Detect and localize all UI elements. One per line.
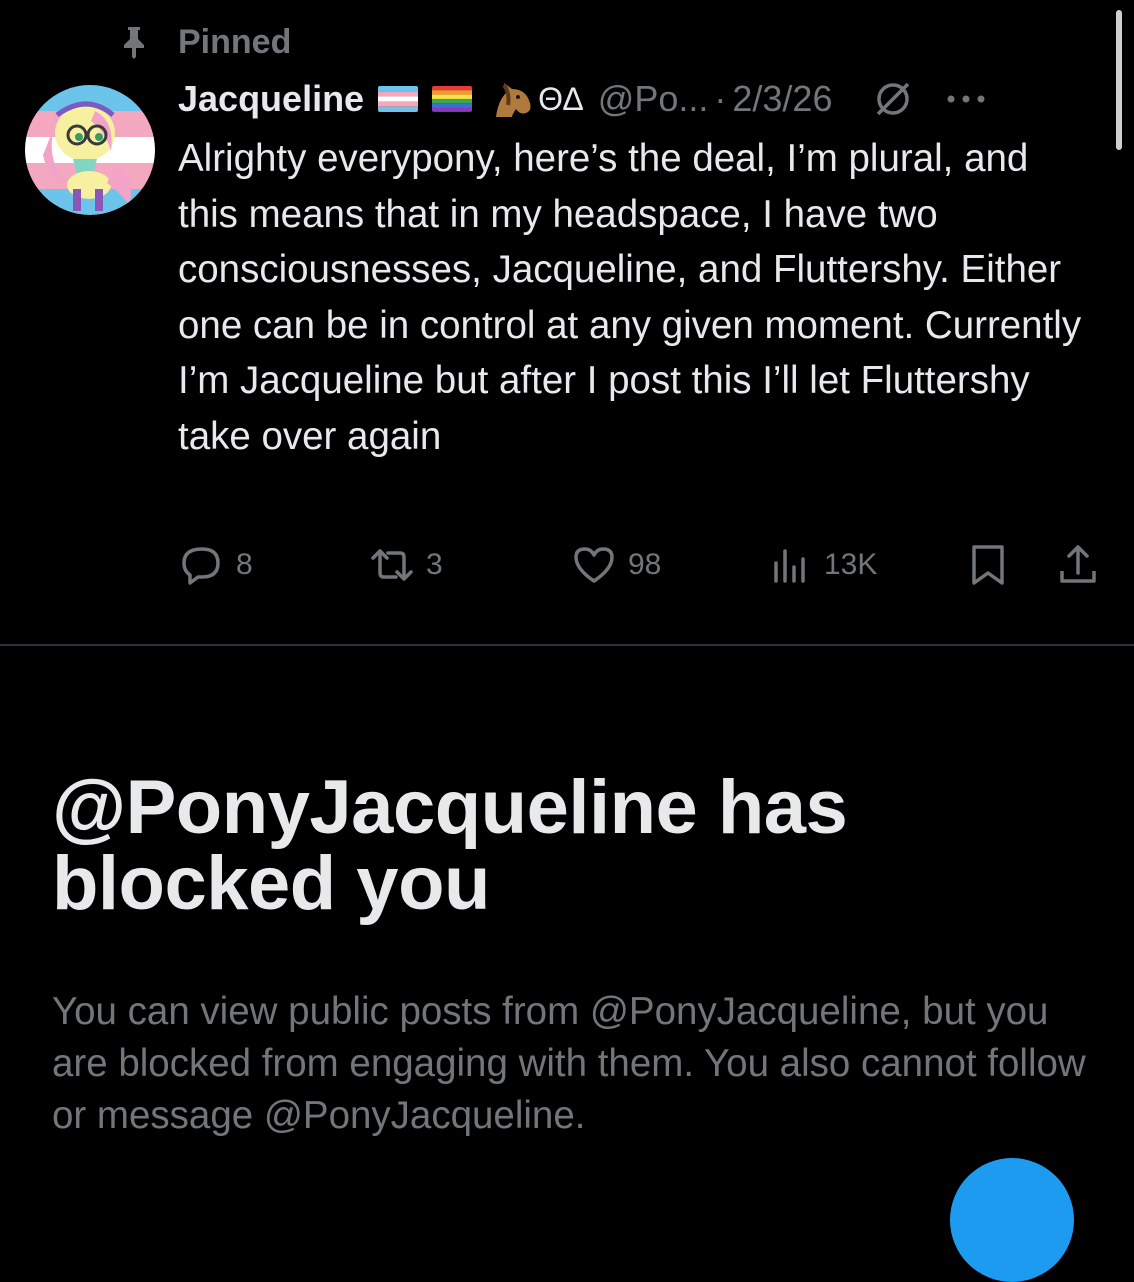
pinned-indicator: Pinned (118, 22, 291, 62)
compose-button[interactable] (950, 1158, 1074, 1282)
post-date[interactable]: 2/3/26 (732, 78, 832, 120)
views-count: 13K (824, 548, 878, 581)
reply-count: 8 (236, 548, 253, 581)
blocked-title: @PonyJacqueline has blocked you (52, 765, 848, 926)
blocked-description: You can view public posts from @PonyJacq… (52, 990, 1086, 1137)
like-count: 98 (628, 548, 662, 581)
user-handle[interactable]: @Po... (598, 78, 709, 120)
pinned-label: Pinned (178, 22, 292, 61)
section-divider (0, 644, 1134, 646)
separator-dot: · (714, 78, 727, 119)
views-icon (774, 549, 805, 583)
horse-emoji-icon (496, 83, 531, 117)
more-icon[interactable] (944, 92, 988, 106)
transgender-flag-icon (378, 86, 419, 112)
post-actions: 8 3 98 13K (0, 540, 1134, 590)
share-icon (1060, 545, 1096, 583)
reply-button[interactable]: 8 (180, 540, 253, 590)
avatar[interactable] (25, 85, 155, 215)
scrollbar[interactable] (1116, 10, 1122, 150)
reply-icon (182, 547, 220, 585)
views-button[interactable]: 13K (768, 540, 877, 590)
pin-icon (124, 27, 144, 59)
share-button[interactable] (1056, 540, 1100, 590)
muted-icon[interactable] (872, 78, 914, 120)
like-icon (574, 547, 614, 583)
repost-count: 3 (426, 548, 443, 581)
post-text: Alrighty everypony, here’s the deal, I’m… (178, 137, 1082, 458)
bookmark-icon (972, 545, 1004, 585)
name-suffix: ΘΔ (538, 80, 584, 117)
post-header: Jacqueline ΘΔ @Po... · 2/3/26 (178, 76, 1104, 122)
display-name[interactable]: Jacqueline (178, 78, 364, 120)
rainbow-flag-icon (432, 86, 473, 112)
bookmark-button[interactable] (966, 540, 1010, 590)
repost-button[interactable]: 3 (370, 540, 443, 590)
repost-icon (371, 549, 413, 581)
like-button[interactable]: 98 (572, 540, 661, 590)
